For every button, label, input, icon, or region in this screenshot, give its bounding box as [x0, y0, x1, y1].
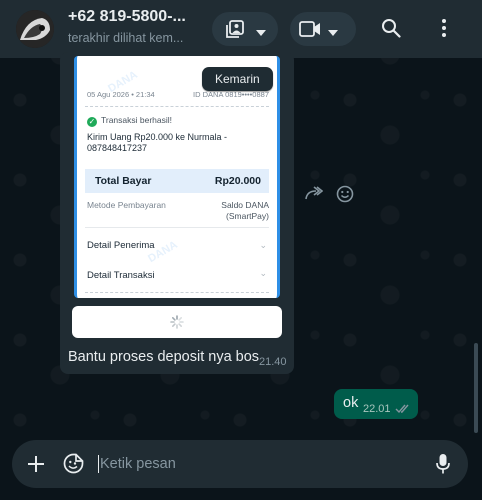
- chat-header: +62 819-5800-... terakhir dilihat kem...: [0, 0, 482, 58]
- receipt-image[interactable]: DANA DANA DANA 05 Agu 2026 • 21:34 ID DA…: [74, 56, 280, 298]
- receipt-date: 05 Agu 2026 • 21:34: [87, 90, 155, 99]
- chevron-icon: ⌄: [259, 268, 267, 278]
- total-label: Total Bayar: [95, 175, 152, 187]
- forward-icon[interactable]: [305, 186, 324, 205]
- text-caret: [98, 455, 99, 473]
- chevron-down-icon[interactable]: [328, 24, 338, 42]
- scrollbar[interactable]: [474, 343, 478, 433]
- double-check-icon: [395, 401, 411, 419]
- detail-transaction: Detail Transaksi: [87, 270, 155, 281]
- detail-recipient: Detail Penerima: [87, 240, 155, 251]
- transaction-status: ✓ Transaksi berhasil!: [87, 115, 172, 127]
- loading-spinner-icon: [170, 315, 184, 329]
- divider: [85, 292, 269, 293]
- divider: [85, 106, 269, 107]
- transaction-description: Kirim Uang Rp20.000 ke Nurmala - 0878484…: [87, 132, 228, 153]
- message-time: 21.40: [259, 356, 287, 368]
- outgoing-text: ok: [343, 395, 359, 411]
- receipt-dana-id: ID DANA 0819••••0887: [193, 90, 269, 99]
- search-icon[interactable]: [381, 18, 401, 43]
- plus-icon[interactable]: [27, 455, 45, 478]
- divider: [85, 227, 269, 228]
- avatar[interactable]: [16, 10, 54, 48]
- loading-card: [72, 306, 282, 338]
- payment-method-label: Metode Pembayaran: [87, 200, 166, 210]
- video-call-icon: [299, 20, 321, 43]
- sticker-icon[interactable]: [63, 453, 84, 479]
- status-text: Transaksi berhasil!: [101, 115, 173, 125]
- contact-name[interactable]: +62 819-5800-...: [68, 8, 186, 26]
- outgoing-time: 22.01: [363, 403, 391, 415]
- total-row: Total Bayar Rp20.000: [85, 169, 269, 193]
- message-caption: Bantu proses deposit nya bos: [68, 349, 260, 365]
- payment-method-line-1: Saldo DANA: [221, 200, 269, 210]
- sticker-library-button[interactable]: [212, 12, 278, 46]
- emoji-reaction-icon[interactable]: [336, 185, 354, 208]
- chevron-down-icon[interactable]: [256, 24, 266, 42]
- chevron-icon: ⌄: [259, 240, 267, 250]
- message-input[interactable]: [100, 452, 400, 476]
- total-value: Rp20.000: [214, 175, 261, 187]
- microphone-icon[interactable]: [436, 453, 450, 480]
- payment-method-value: Saldo DANA (SmartPay): [221, 200, 269, 222]
- date-chip: Kemarin: [202, 67, 273, 91]
- more-vertical-icon[interactable]: [440, 18, 448, 43]
- success-check-icon: ✓: [87, 117, 97, 127]
- payment-method-line-2: (SmartPay): [226, 211, 269, 221]
- sticker-library-icon: [225, 19, 245, 44]
- contact-status[interactable]: terakhir dilihat kem...: [68, 31, 183, 45]
